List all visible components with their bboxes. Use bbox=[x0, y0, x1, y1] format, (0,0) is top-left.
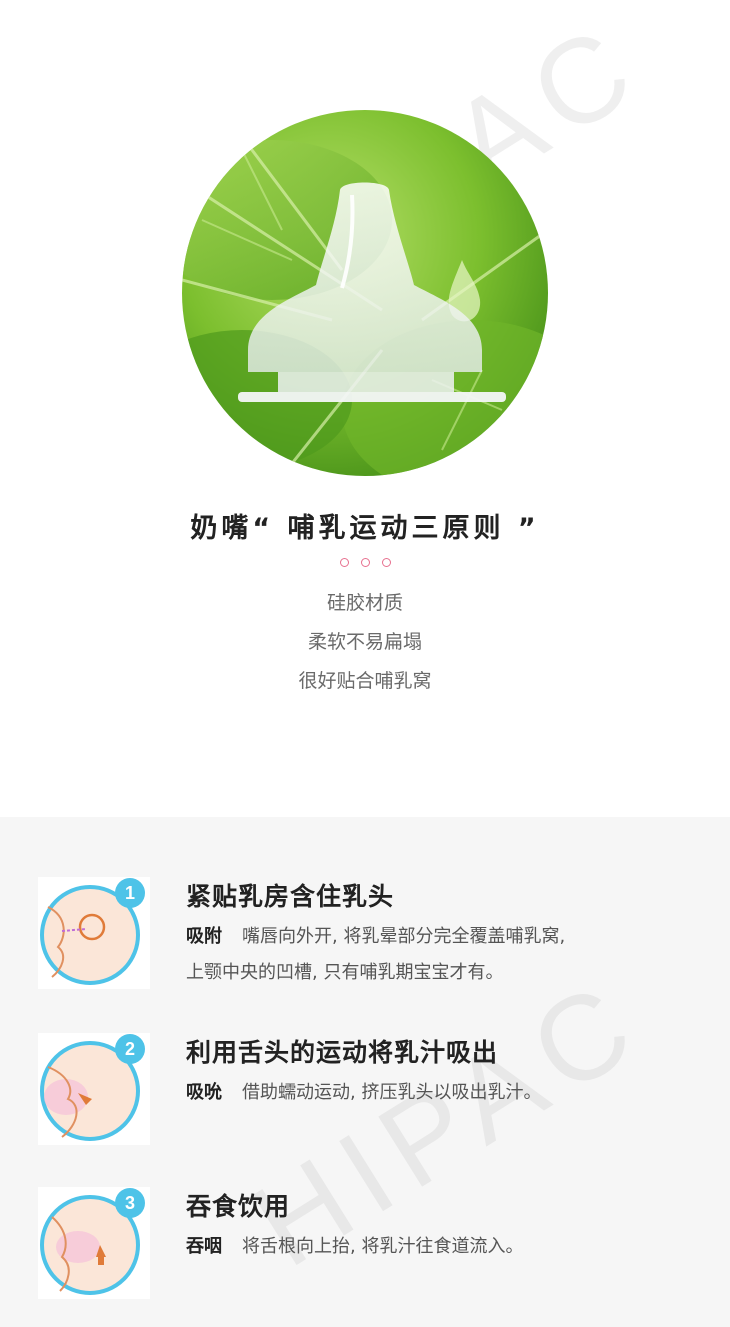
step-title: 吞食饮用 bbox=[186, 1192, 291, 1221]
step-description: 吞咽 将舌根向上抬, 将乳汁往食道流入。 bbox=[186, 1229, 686, 1265]
leaf-background-illustration bbox=[182, 110, 548, 476]
step-title: 紧贴乳房含住乳头 bbox=[186, 882, 395, 911]
dot-icon bbox=[381, 558, 391, 567]
step-number: 2 bbox=[125, 1039, 135, 1059]
feature-line: 硅胶材质 bbox=[326, 592, 403, 614]
step-description: 吸吮 借助蠕动运动, 挤压乳头以吸出乳汁。 bbox=[186, 1075, 686, 1111]
swallow-illustration-icon: 3 bbox=[38, 1187, 150, 1299]
feature-line: 很好贴合哺乳窝 bbox=[298, 670, 432, 692]
suckle-illustration-icon: 2 bbox=[38, 1033, 150, 1145]
section-heading: 奶嘴“ 哺乳运动三原则 ” bbox=[190, 513, 540, 544]
latch-illustration-icon: 1 bbox=[38, 877, 150, 989]
step-keyword: 吸附 bbox=[186, 926, 222, 947]
step-keyword: 吞咽 bbox=[186, 1236, 222, 1257]
dot-icon bbox=[360, 558, 370, 567]
step-desc-line: 将舌根向上抬, 将乳汁往食道流入。 bbox=[242, 1236, 524, 1257]
step-desc-line: 上颚中央的凹槽, 只有哺乳期宝宝才有。 bbox=[186, 962, 504, 983]
feature-list: 硅胶材质 柔软不易扁塌 很好贴合哺乳窝 bbox=[0, 590, 730, 707]
dot-icon bbox=[339, 558, 349, 567]
feature-line: 柔软不易扁塌 bbox=[307, 631, 422, 653]
step-title: 利用舌头的运动将乳汁吸出 bbox=[186, 1038, 499, 1067]
hero-section: HIPAC bbox=[0, 0, 730, 817]
step-keyword: 吸吮 bbox=[186, 1082, 222, 1103]
principles-section: HIPAC 1 紧贴乳房含住乳头 吸附 嘴唇向外开, 将乳晕部分完全覆盖哺乳窝, … bbox=[0, 817, 730, 1327]
nipple-product-image bbox=[182, 110, 548, 476]
step-desc-line: 嘴唇向外开, 将乳晕部分完全覆盖哺乳窝, bbox=[242, 926, 566, 947]
decorative-dots bbox=[0, 558, 730, 567]
step-number: 1 bbox=[125, 883, 135, 903]
step-number: 3 bbox=[125, 1193, 135, 1213]
step-desc-line: 借助蠕动运动, 挤压乳头以吸出乳汁。 bbox=[242, 1082, 542, 1103]
step-description: 吸附 嘴唇向外开, 将乳晕部分完全覆盖哺乳窝, 上颚中央的凹槽, 只有哺乳期宝宝才… bbox=[186, 919, 686, 991]
